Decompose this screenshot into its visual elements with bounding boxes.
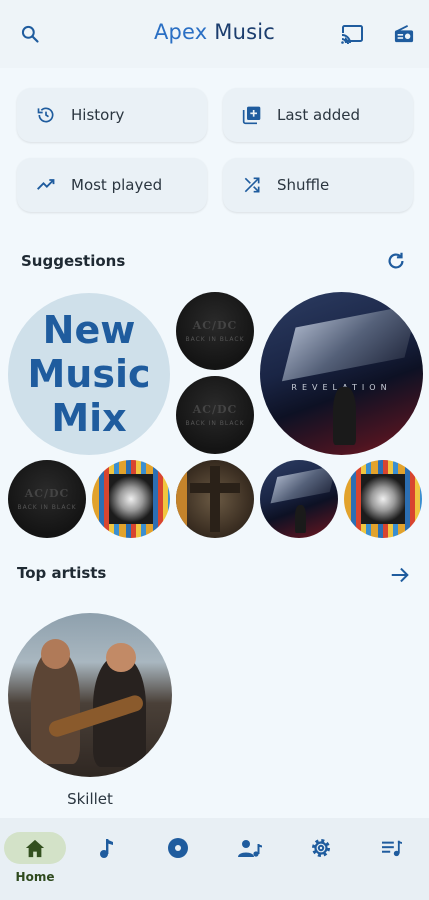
history-icon [35, 104, 57, 126]
most-played-card[interactable]: Most played [17, 158, 207, 212]
new-music-mix-label: New Music Mix [27, 308, 151, 440]
artist-icon [219, 832, 281, 864]
history-label: History [71, 106, 125, 124]
album-art-striped[interactable] [92, 460, 170, 538]
settings-icon [290, 832, 352, 864]
nav-songs[interactable] [76, 832, 136, 888]
nav-playlists[interactable] [362, 832, 422, 888]
suggestions-title: Suggestions [21, 252, 126, 270]
trending-up-icon [35, 174, 57, 196]
top-app-bar: Apex Music [0, 0, 429, 68]
shuffle-card[interactable]: Shuffle [223, 158, 413, 212]
shuffle-label: Shuffle [277, 176, 330, 194]
album-art-revelation[interactable]: REVELATION [260, 292, 423, 455]
nav-albums[interactable] [148, 832, 208, 888]
cast-icon[interactable] [338, 20, 366, 48]
refresh-icon[interactable] [385, 250, 407, 272]
arrow-forward-icon[interactable] [389, 564, 411, 586]
queue-music-icon [361, 832, 423, 864]
home-icon [4, 832, 66, 864]
album-art-revelation[interactable] [260, 460, 338, 538]
shuffle-icon [241, 174, 263, 196]
top-artists-title: Top artists [17, 564, 107, 582]
most-played-label: Most played [71, 176, 163, 194]
library-add-icon [241, 104, 263, 126]
album-art-striped[interactable] [344, 460, 422, 538]
album-art-acdc[interactable]: AC/DC BACK IN BLACK [8, 460, 86, 538]
app-title-suffix: Music [207, 20, 276, 44]
radio-icon[interactable] [390, 20, 418, 48]
album-art-acdc[interactable]: AC/DC BACK IN BLACK [176, 292, 254, 370]
nav-settings[interactable] [291, 832, 351, 888]
artist-name[interactable]: Skillet [8, 790, 172, 808]
last-added-label: Last added [277, 106, 360, 124]
album-icon [147, 832, 209, 864]
nav-home[interactable]: Home [4, 832, 66, 888]
nav-home-label: Home [15, 870, 55, 884]
artist-photo[interactable] [8, 613, 172, 777]
app-title-brand: Apex [153, 20, 208, 44]
last-added-card[interactable]: Last added [223, 88, 413, 142]
music-note-icon [75, 832, 137, 864]
nav-artists[interactable] [220, 832, 280, 888]
album-art-cross[interactable] [176, 460, 254, 538]
new-music-mix-tile[interactable]: New Music Mix [8, 293, 170, 455]
album-art-acdc[interactable]: AC/DC BACK IN BLACK [176, 376, 254, 454]
history-card[interactable]: History [17, 88, 207, 142]
bottom-navigation: Home [0, 818, 429, 900]
